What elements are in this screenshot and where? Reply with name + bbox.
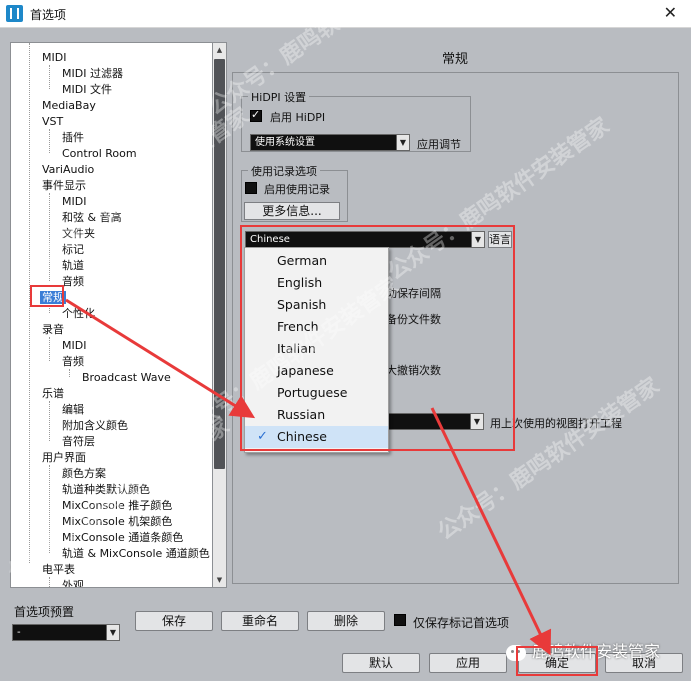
- arrow-to-ok: [430, 407, 552, 656]
- arrow-to-language: [65, 298, 256, 419]
- annotation-arrows: [65, 298, 552, 656]
